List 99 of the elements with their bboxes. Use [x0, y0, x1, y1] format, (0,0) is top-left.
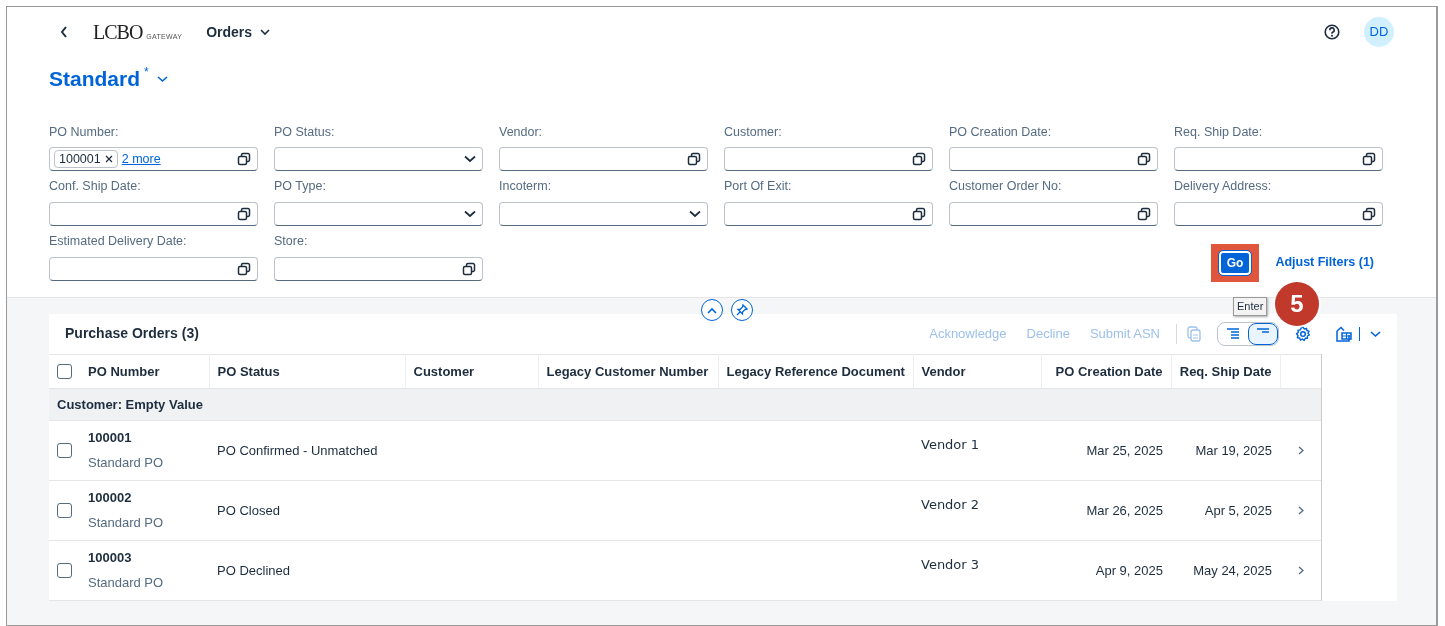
column-header: PO Status [217, 363, 280, 379]
table-cell: Vendor 2 [921, 496, 980, 512]
input-field[interactable] [949, 147, 1158, 172]
field-label: Store: [274, 233, 309, 250]
input-field[interactable] [49, 202, 258, 226]
dropdown-icon[interactable] [464, 210, 476, 218]
value-help-icon[interactable] [1137, 152, 1151, 167]
column-header: PO Number [88, 362, 160, 381]
field-label: Incoterm: [499, 178, 553, 196]
back-icon[interactable] [59, 25, 69, 39]
field-label: Customer Order No: [949, 178, 1063, 196]
variant-title[interactable]: Standard [49, 63, 140, 95]
chevron-up-icon[interactable] [707, 306, 717, 314]
table-cell: Vendor 1 [921, 436, 980, 452]
row-checkbox[interactable] [57, 562, 72, 578]
field-label: Req. Ship Date: [1174, 123, 1264, 141]
po-number: 100001 [88, 428, 133, 447]
value-help-icon[interactable] [687, 152, 701, 167]
table-cell: PO Closed [217, 502, 280, 518]
help-icon[interactable] [1324, 24, 1340, 40]
input-field[interactable] [949, 202, 1158, 226]
field-label: PO Creation Date: [949, 123, 1053, 141]
toggle-button[interactable] [1248, 322, 1278, 345]
po-type: Standard PO [88, 454, 164, 473]
input-field[interactable] [49, 256, 258, 281]
field-label: Vendor: [499, 123, 544, 141]
value-help-icon[interactable] [237, 152, 251, 167]
modified-mark: * [144, 64, 149, 81]
input-field[interactable] [1174, 147, 1383, 172]
list-icon[interactable] [1226, 328, 1240, 340]
table-cell: Vendor 3 [921, 556, 980, 572]
column-header: Legacy Customer Number [546, 363, 709, 379]
app-menu[interactable]: Orders [206, 21, 271, 43]
po-type: Standard PO [88, 514, 164, 533]
field-label: Customer: [724, 123, 783, 141]
pin-button[interactable] [731, 299, 753, 321]
navigation-icon[interactable] [1297, 505, 1304, 515]
value-help-icon[interactable] [912, 207, 926, 221]
field-label: Estimated Delivery Date: [49, 233, 188, 250]
column-header: Req. Ship Date [1179, 363, 1272, 379]
input-field[interactable] [274, 202, 483, 226]
chevron-down-icon[interactable] [260, 28, 271, 36]
row-checkbox[interactable] [57, 502, 72, 518]
column-header: PO Creation Date [1055, 363, 1163, 379]
value-help-icon[interactable] [912, 152, 926, 167]
logo: LCBO [93, 20, 143, 45]
remove-icon[interactable] [104, 155, 113, 164]
column-header: Customer [413, 363, 475, 379]
input-field[interactable] [724, 202, 933, 226]
adjust-filters-link[interactable]: Adjust Filters (1) [1275, 253, 1374, 273]
input-field[interactable] [274, 147, 483, 172]
more-link[interactable]: 2 more [121, 149, 161, 169]
table-cell: Apr 5, 2025 [1204, 502, 1272, 518]
value-help-icon[interactable] [462, 261, 476, 276]
table-cell: PO Declined [217, 562, 290, 578]
token[interactable]: 100001 [54, 150, 118, 169]
input-field[interactable]: 100001 2 more [49, 147, 258, 172]
value-help-icon[interactable] [237, 207, 251, 221]
value-help-icon[interactable] [1137, 207, 1151, 221]
po-number: 100003 [88, 548, 133, 567]
table-cell: PO Confirmed - Unmatched [217, 442, 378, 458]
navigation-icon[interactable] [1297, 445, 1304, 455]
input-field[interactable] [499, 202, 708, 226]
field-label: PO Status: [274, 123, 336, 141]
dropdown-icon[interactable] [464, 155, 476, 164]
column-header: Legacy Reference Document [726, 363, 905, 379]
dropdown-icon[interactable] [689, 210, 701, 218]
input-field[interactable] [724, 147, 933, 172]
input-field[interactable] [1174, 202, 1383, 226]
column-header: Vendor [921, 363, 966, 379]
field-label: Conf. Ship Date: [49, 178, 142, 196]
field-label: PO Number: [49, 123, 120, 141]
row-checkbox[interactable] [57, 442, 72, 458]
po-number: 100002 [88, 488, 133, 507]
go-button[interactable]: Go [1218, 250, 1252, 275]
user-avatar[interactable]: DD [1364, 17, 1394, 47]
table-cell: Mar 26, 2025 [1086, 502, 1163, 518]
input-field[interactable] [499, 147, 708, 172]
input-field[interactable] [274, 256, 483, 281]
value-help-icon[interactable] [1362, 207, 1376, 221]
value-help-icon[interactable] [237, 261, 251, 276]
field-label: Delivery Address: [1174, 178, 1273, 196]
select-all-checkbox[interactable] [57, 363, 72, 379]
field-label: PO Type: [274, 178, 327, 196]
table-cell: Mar 19, 2025 [1195, 442, 1272, 458]
group-header: Customer: Empty Value [57, 396, 203, 412]
navigation-icon[interactable] [1297, 565, 1304, 575]
export-icon[interactable] [1335, 325, 1353, 342]
collapse-button[interactable] [701, 299, 723, 321]
value-help-icon[interactable] [1362, 152, 1376, 167]
po-type: Standard PO [88, 574, 164, 593]
table-cell: Apr 9, 2025 [1095, 562, 1163, 578]
table-cell: Mar 25, 2025 [1086, 442, 1163, 458]
table-title: Purchase Orders (3) [65, 324, 199, 344]
field-label: Port Of Exit: [724, 178, 793, 196]
settings-icon[interactable] [1295, 325, 1311, 342]
tooltip: Enter [1233, 297, 1268, 316]
pin-icon[interactable] [736, 304, 748, 316]
table-cell: May 24, 2025 [1193, 562, 1272, 578]
